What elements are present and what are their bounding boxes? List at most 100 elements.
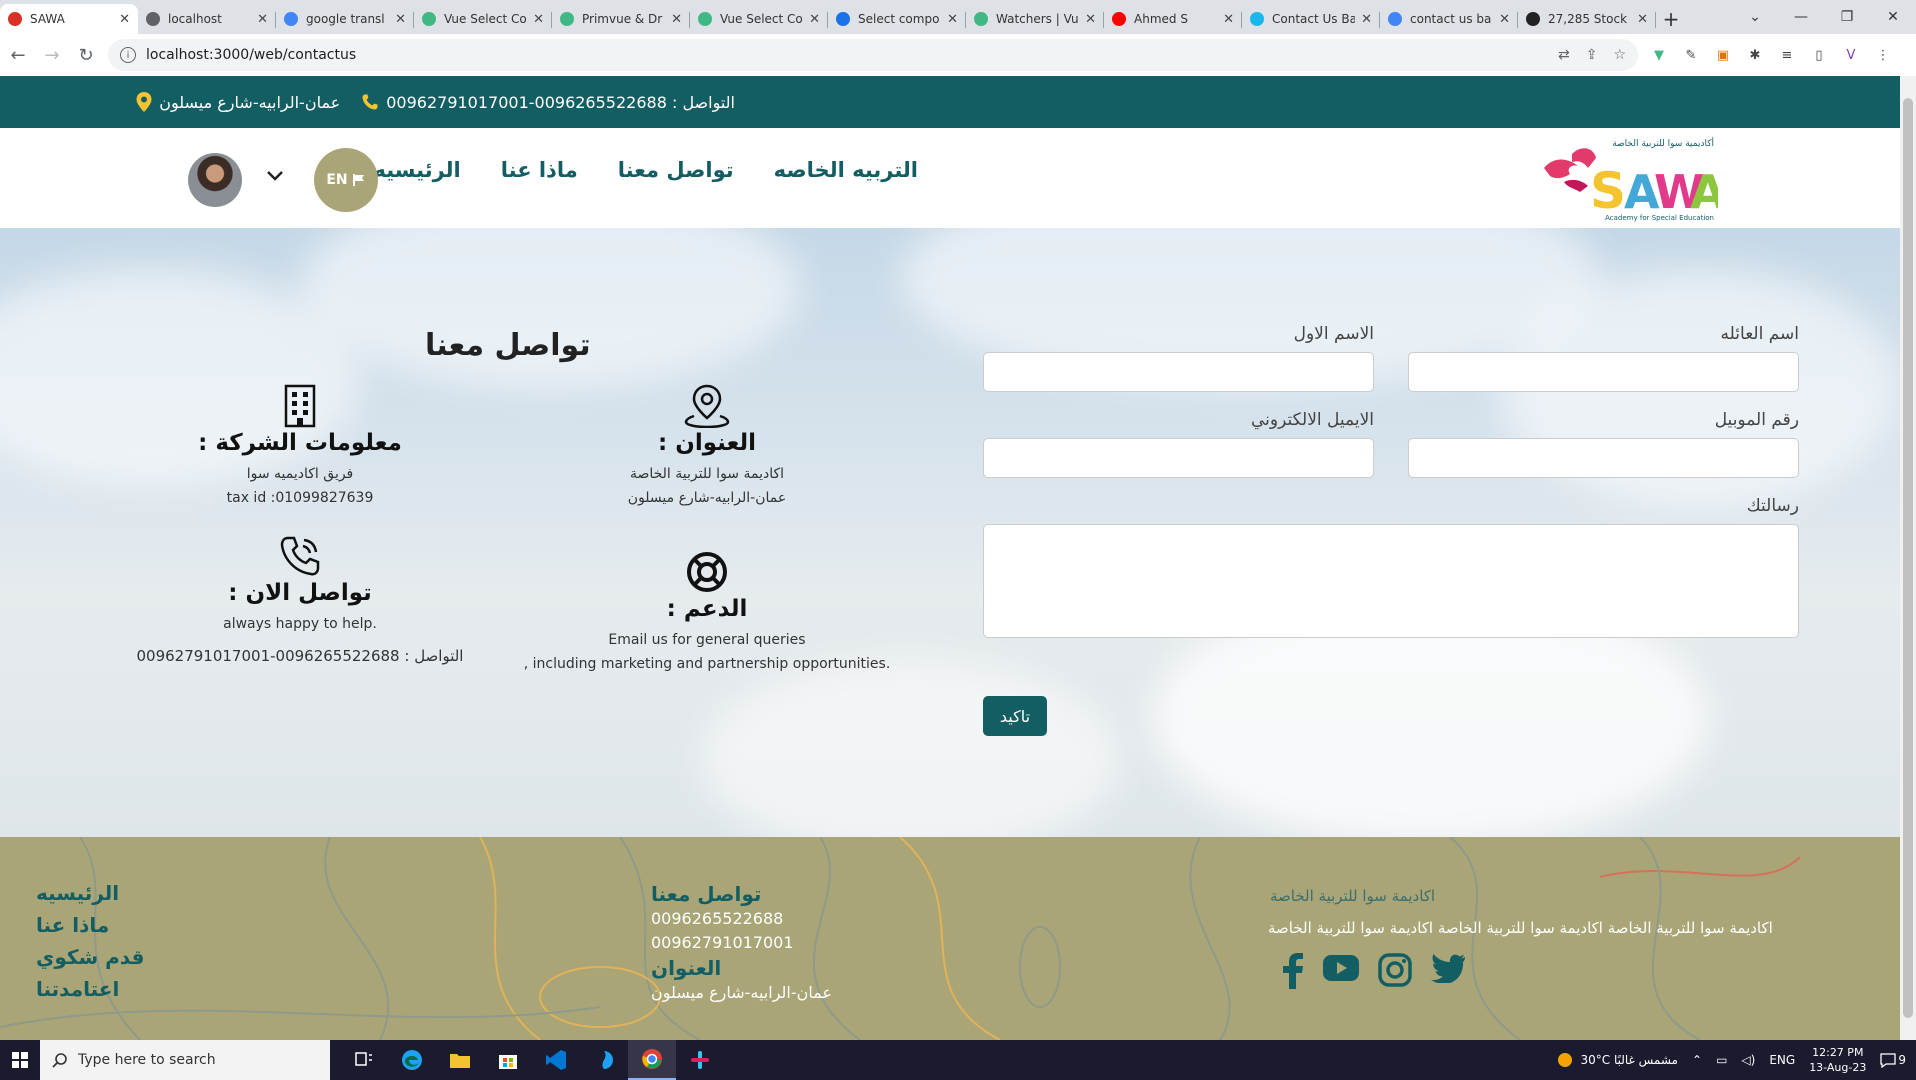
forward-button[interactable]: → — [36, 39, 68, 71]
facebook-icon[interactable] — [1282, 953, 1304, 989]
browser-tab[interactable]: 27,285 Stock ✕ — [1518, 4, 1656, 34]
tab-close-icon[interactable]: ✕ — [395, 12, 406, 27]
tab-close-icon[interactable]: ✕ — [1499, 12, 1510, 27]
footer-nav-accreditations[interactable]: اعتامدتنا — [36, 973, 144, 1005]
chat-bubble-icon — [1880, 1053, 1897, 1068]
browser-tab[interactable]: Primvue & Dr ✕ — [552, 4, 690, 34]
site-info-icon[interactable]: i — [120, 47, 136, 63]
edge-icon[interactable] — [388, 1040, 436, 1080]
browser-tab[interactable]: SAWA ✕ — [0, 4, 138, 34]
extension-off-icon[interactable]: ▣ — [1714, 46, 1732, 64]
input-language[interactable]: ENG — [1769, 1053, 1795, 1067]
nav-about-us[interactable]: ماذا عنا — [501, 158, 578, 182]
tab-close-icon[interactable]: ✕ — [1085, 12, 1096, 27]
browser-tab[interactable]: Contact Us Ba ✕ — [1242, 4, 1380, 34]
restore-button[interactable]: ❐ — [1824, 0, 1870, 34]
scrollbar-thumb[interactable] — [1903, 98, 1913, 1018]
footer-nav-home[interactable]: الرئيسيه — [36, 877, 144, 909]
family-name-input[interactable] — [1408, 352, 1799, 392]
network-icon[interactable]: ▭ — [1716, 1053, 1727, 1067]
store-icon[interactable] — [484, 1040, 532, 1080]
tab-favicon-icon — [284, 12, 298, 26]
vue-devtools-icon[interactable]: ▼ — [1650, 46, 1668, 64]
show-hidden-icons[interactable]: ⌃ — [1692, 1053, 1702, 1067]
tab-title: contact us ba — [1410, 12, 1492, 26]
address-info: : العنوان اكاديمة سوا للتربية الخاصة عما… — [587, 384, 827, 510]
browser-tab[interactable]: Ahmed S ✕ — [1104, 4, 1242, 34]
close-window-button[interactable]: ✕ — [1870, 0, 1916, 34]
tab-close-icon[interactable]: ✕ — [257, 12, 268, 27]
browser-tab[interactable]: localhost ✕ — [138, 4, 276, 34]
file-explorer-icon[interactable] — [436, 1040, 484, 1080]
profile-icon[interactable]: V — [1842, 46, 1860, 64]
extensions: ▼ ✎ ▣ ✱ ≡ ▯ V ⋮ — [1650, 46, 1892, 64]
tab-close-icon[interactable]: ✕ — [671, 12, 682, 27]
browser-tab[interactable]: google transl ✕ — [276, 4, 414, 34]
share-icon[interactable]: ⇪ — [1586, 47, 1598, 63]
tab-close-icon[interactable]: ✕ — [809, 12, 820, 27]
weather-widget[interactable]: 30°C مشمس غالبًا — [1556, 1051, 1678, 1069]
volume-icon[interactable]: ◁) — [1741, 1053, 1755, 1067]
browser-tab[interactable]: Watchers | Vu ✕ — [966, 4, 1104, 34]
chrome-icon[interactable] — [628, 1040, 676, 1080]
clock[interactable]: 12:27 PM 13-Aug-23 — [1809, 1045, 1866, 1075]
tab-close-icon[interactable]: ✕ — [119, 12, 130, 27]
task-view-icon[interactable] — [340, 1040, 388, 1080]
mobile-input[interactable] — [1408, 438, 1799, 478]
message-textarea[interactable] — [983, 524, 1799, 638]
vscode-icon[interactable] — [532, 1040, 580, 1080]
nav-home[interactable]: الرئيسيه — [373, 158, 460, 182]
browser-tab[interactable]: Vue Select Co ✕ — [414, 4, 552, 34]
sidepanel-icon[interactable]: ▯ — [1810, 46, 1828, 64]
user-avatar[interactable] — [188, 153, 242, 207]
sawa-logo[interactable]: S A W A أكاديمية سوا للتربية الخاصة Acad… — [1542, 134, 1718, 222]
windows-logo-icon — [12, 1052, 28, 1068]
puzzle-icon[interactable]: ✱ — [1746, 46, 1764, 64]
footer-nav-about[interactable]: ماذا عنا — [36, 909, 144, 941]
address-bar[interactable]: i localhost:3000/web/contactus ⇄ ⇪ ☆ — [108, 39, 1638, 71]
tab-close-icon[interactable]: ✕ — [1361, 12, 1372, 27]
lifebuoy-icon — [687, 552, 727, 592]
logo-arabic: أكاديمية سوا للتربية الخاصة — [1612, 137, 1714, 149]
tab-close-icon[interactable]: ✕ — [533, 12, 544, 27]
main-nav: التربيه الخاصه تواصل معنا ماذا عنا الرئي… — [373, 158, 918, 182]
browser-tab[interactable]: contact us ba ✕ — [1380, 4, 1518, 34]
new-tab-button[interactable]: + — [1656, 4, 1686, 34]
reload-button[interactable]: ↻ — [70, 39, 102, 71]
tab-close-icon[interactable]: ✕ — [1223, 12, 1234, 27]
start-button[interactable] — [0, 1040, 40, 1080]
page-scrollbar[interactable] — [1900, 76, 1916, 1040]
support-line1: Email us for general queries — [608, 632, 806, 648]
tab-search-icon[interactable]: ⌄ — [1732, 0, 1778, 34]
menu-icon[interactable]: ⋮ — [1874, 46, 1892, 64]
instagram-icon[interactable] — [1378, 953, 1412, 987]
first-name-input[interactable] — [983, 352, 1374, 392]
footer-nav-complaint[interactable]: قدم شكوي — [36, 941, 144, 973]
footer-phone1[interactable]: 0096265522688 — [651, 907, 832, 931]
tab-close-icon[interactable]: ✕ — [1637, 12, 1648, 27]
media-icon[interactable]: ≡ — [1778, 46, 1796, 64]
notification-center[interactable]: 9 — [1880, 1052, 1906, 1068]
language-switch-button[interactable]: EN — [314, 148, 378, 212]
footer-phone2[interactable]: 00962791017001 — [651, 931, 832, 955]
app-icon[interactable] — [580, 1040, 628, 1080]
chevron-down-icon[interactable] — [266, 166, 284, 187]
bookmark-star-icon[interactable]: ☆ — [1613, 47, 1626, 63]
browser-tab[interactable]: Vue Select Co ✕ — [690, 4, 828, 34]
twitter-icon[interactable] — [1430, 953, 1466, 983]
footer-contact-heading: تواصل معنا — [651, 882, 762, 906]
translate-icon[interactable]: ⇄ — [1558, 47, 1570, 63]
minimize-button[interactable]: — — [1778, 0, 1824, 34]
tab-close-icon[interactable]: ✕ — [947, 12, 958, 27]
edit-icon[interactable]: ✎ — [1682, 46, 1700, 64]
nav-special-education[interactable]: التربيه الخاصه — [774, 158, 918, 182]
email-input[interactable] — [983, 438, 1374, 478]
slack-icon[interactable] — [676, 1040, 724, 1080]
back-button[interactable]: ← — [2, 39, 34, 71]
nav-contact-us[interactable]: تواصل معنا — [618, 158, 734, 182]
footer-address-heading: العنوان — [651, 956, 722, 980]
browser-tab[interactable]: Select compo ✕ — [828, 4, 966, 34]
submit-button[interactable]: تاكيد — [983, 696, 1047, 736]
taskbar-search[interactable]: Type here to search — [40, 1040, 330, 1080]
youtube-icon[interactable] — [1322, 953, 1360, 983]
